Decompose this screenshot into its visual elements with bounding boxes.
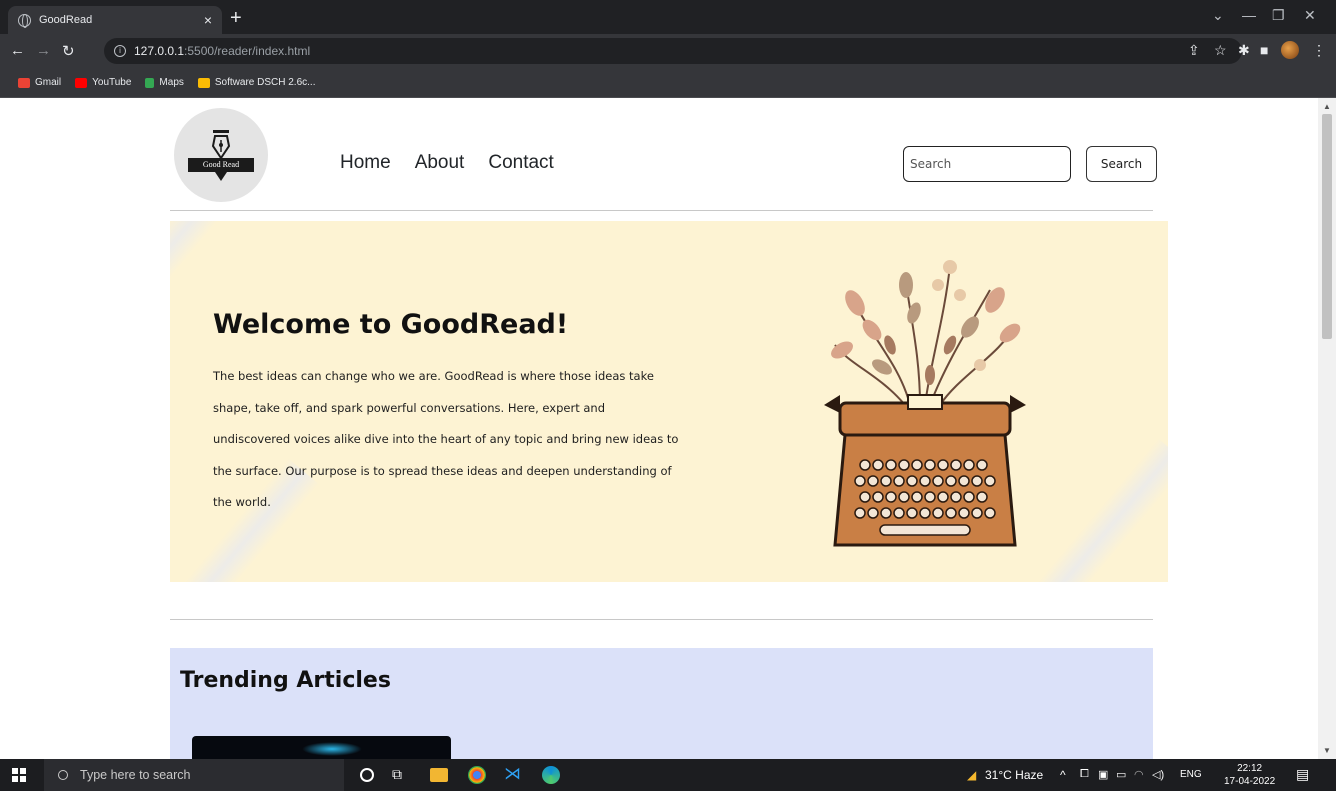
hero-pencil-decoration — [170, 221, 249, 384]
close-window-button[interactable]: ✕ — [1304, 7, 1316, 24]
tab-title: GoodRead — [39, 14, 93, 26]
nav-home[interactable]: Home — [340, 152, 391, 174]
site-logo[interactable]: Good Read — [174, 108, 268, 202]
site-info-icon[interactable]: i — [114, 45, 126, 57]
scroll-down-icon[interactable]: ▼ — [1323, 746, 1331, 755]
tray-chevron-icon[interactable]: ^ — [1060, 768, 1066, 782]
address-bar[interactable]: i 127.0.0.1 :5500/reader/index.html — [104, 38, 1242, 64]
weather-text[interactable]: 31°C Haze — [985, 768, 1043, 782]
volume-icon[interactable]: ◁) — [1152, 768, 1164, 781]
url-host: 127.0.0.1 — [134, 44, 185, 58]
trending-section: Trending Articles — [170, 648, 1153, 759]
file-explorer-icon[interactable] — [430, 768, 448, 782]
notifications-icon[interactable]: ▤ — [1296, 766, 1309, 783]
new-tab-button[interactable]: + — [230, 8, 242, 28]
bookmark-star-icon[interactable]: ☆ — [1214, 42, 1227, 59]
bookmarks-bar: Gmail YouTube Maps Software DSCH 2.6c... — [0, 68, 1336, 98]
nav-about[interactable]: About — [415, 152, 465, 174]
gmail-icon — [18, 77, 30, 88]
side-panel-icon[interactable]: ■ — [1260, 42, 1268, 58]
header-divider — [170, 210, 1153, 211]
typewriter-plants-illustration — [824, 260, 1026, 547]
language-indicator[interactable]: ENG — [1180, 769, 1202, 780]
onedrive-icon[interactable]: ⧠ — [1080, 768, 1089, 781]
extensions-icon[interactable]: ✱ — [1238, 42, 1250, 59]
logo-tip — [215, 172, 227, 181]
reload-icon[interactable]: ↻ — [62, 42, 75, 60]
bookmark-label: Maps — [159, 77, 184, 88]
hero-description: The best ideas can change who we are. Go… — [213, 369, 679, 509]
drive-icon — [197, 77, 210, 88]
menu-icon[interactable]: ⋮ — [1312, 42, 1326, 59]
pen-nib-icon — [211, 130, 231, 160]
scroll-up-icon[interactable]: ▲ — [1323, 102, 1331, 111]
globe-icon — [18, 13, 31, 28]
windows-taskbar: Type here to search ⧉ ⋊ ◢ 31°C Haze ^ ⧠ … — [0, 759, 1336, 791]
logo-text: Good Read — [188, 158, 254, 172]
bookmark-gmail[interactable]: Gmail — [18, 77, 61, 88]
page-scrollbar[interactable]: ▲ ▼ — [1318, 98, 1336, 759]
task-view-icon[interactable]: ⧉ — [392, 766, 410, 784]
windows-start-icon[interactable] — [12, 768, 26, 782]
taskbar-search-placeholder: Type here to search — [80, 768, 191, 782]
vscode-icon[interactable]: ⋊ — [504, 764, 522, 783]
bookmark-youtube[interactable]: YouTube — [75, 77, 131, 88]
search-button[interactable]: Search — [1086, 146, 1157, 182]
section-divider — [170, 619, 1153, 620]
bookmark-label: Software DSCH 2.6c... — [214, 77, 316, 88]
clock-time: 22:12 — [1237, 763, 1263, 774]
wifi-icon[interactable]: ◠ — [1134, 768, 1144, 781]
share-icon[interactable]: ⇪ — [1188, 42, 1200, 59]
minimize-button[interactable]: — — [1242, 7, 1256, 23]
search-icon — [58, 770, 68, 780]
taskbar-search-box[interactable]: Type here to search — [44, 759, 344, 791]
back-icon[interactable]: ← — [10, 42, 25, 59]
search-input[interactable] — [903, 146, 1071, 182]
maps-icon — [145, 77, 155, 88]
maximize-button[interactable]: ❐ — [1272, 7, 1285, 24]
hero-section: Welcome to GoodRead! The best ideas can … — [170, 221, 1168, 582]
notification-app-icon[interactable]: ▣ — [1098, 768, 1108, 781]
article-card-thumbnail[interactable] — [192, 736, 451, 759]
browser-tab[interactable]: GoodRead × — [8, 6, 222, 34]
url-path: :5500/reader/index.html — [184, 44, 311, 58]
browser-titlebar: GoodRead × + ⌄ — ❐ ✕ — [0, 0, 1336, 34]
trending-title: Trending Articles — [180, 668, 391, 693]
article-thumbnail-glow — [302, 742, 362, 756]
cortana-icon[interactable] — [360, 768, 374, 782]
hero-title: Welcome to GoodRead! — [213, 309, 569, 340]
forward-icon[interactable]: → — [36, 42, 51, 59]
clock-date: 17-04-2022 — [1224, 776, 1276, 787]
tab-search-icon[interactable]: ⌄ — [1212, 7, 1224, 24]
weather-icon[interactable]: ◢ — [967, 768, 976, 782]
bookmark-label: Gmail — [35, 77, 62, 88]
youtube-icon — [75, 77, 88, 88]
edge-icon[interactable] — [542, 766, 560, 784]
scroll-thumb[interactable] — [1322, 114, 1332, 339]
profile-avatar[interactable] — [1281, 41, 1299, 59]
main-nav: Home About Contact — [340, 152, 578, 174]
page-viewport: Good Read Home About Contact Search Welc… — [0, 98, 1318, 759]
bookmark-maps[interactable]: Maps — [145, 77, 184, 88]
battery-icon[interactable]: ▭ — [1116, 768, 1126, 781]
bookmark-software[interactable]: Software DSCH 2.6c... — [197, 77, 316, 88]
taskbar-clock[interactable]: 22:12 17-04-2022 — [1224, 762, 1275, 788]
chrome-icon[interactable] — [468, 766, 486, 784]
tab-close-button[interactable]: × — [204, 12, 212, 28]
bookmark-label: YouTube — [92, 77, 132, 88]
nav-contact[interactable]: Contact — [488, 152, 553, 174]
